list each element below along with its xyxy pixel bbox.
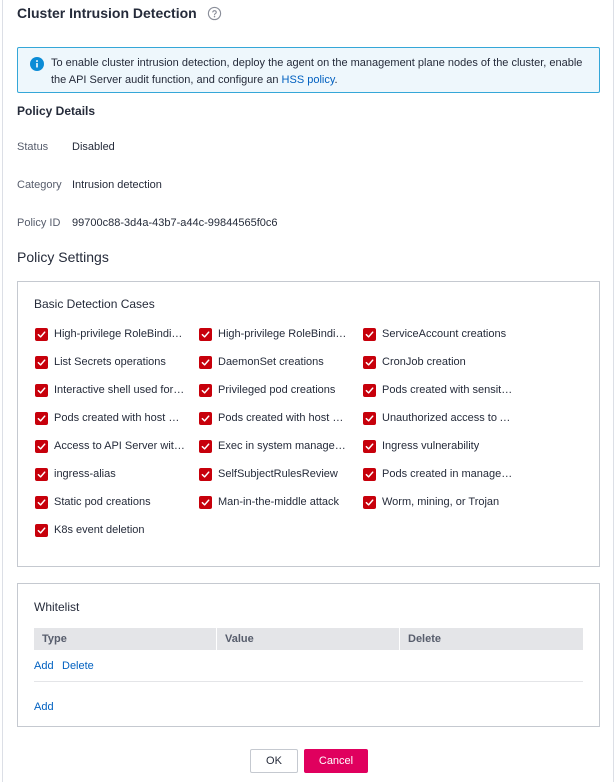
- category-value: Intrusion detection: [72, 179, 162, 191]
- checkbox-checked-icon[interactable]: [363, 411, 376, 425]
- whitelist-table-header: Type Value Delete: [34, 628, 583, 650]
- detection-case-item[interactable]: Exec in system manageme...: [199, 438, 349, 454]
- detection-cases-card: Basic Detection Cases High-privilege Rol…: [17, 281, 600, 567]
- detection-case-item[interactable]: Interactive shell used for ex...: [35, 382, 185, 398]
- detection-case-item[interactable]: ServiceAccount creations: [363, 326, 513, 342]
- policy-id-value: 99700c88-3d4a-43b7-a44c-99844565f0c6: [72, 217, 278, 229]
- detection-case-label: Man-in-the-middle attack: [218, 496, 340, 508]
- detection-case-label: Unauthorized access to API...: [382, 412, 513, 424]
- cases-title: Basic Detection Cases: [34, 297, 155, 311]
- detection-case-label: Access to API Server with c...: [54, 440, 185, 452]
- detection-case-item[interactable]: Man-in-the-middle attack: [199, 494, 349, 510]
- status-value: Disabled: [72, 141, 115, 153]
- checkbox-checked-icon[interactable]: [35, 383, 48, 397]
- detection-case-label: Worm, mining, or Trojan: [382, 496, 500, 508]
- column-value: Value: [217, 628, 400, 650]
- checkbox-checked-icon[interactable]: [199, 355, 212, 369]
- page-title: Cluster Intrusion Detection: [17, 5, 197, 21]
- checkbox-checked-icon[interactable]: [35, 355, 48, 369]
- detection-case-label: ServiceAccount creations: [382, 328, 507, 340]
- detection-case-item[interactable]: High-privilege RoleBinding ...: [199, 326, 349, 342]
- checkbox-checked-icon[interactable]: [363, 495, 376, 509]
- detection-case-label: High-privilege RoleBinding ...: [218, 328, 349, 340]
- checkbox-checked-icon[interactable]: [35, 523, 48, 537]
- detection-case-item[interactable]: Pods created in manageme...: [363, 466, 513, 482]
- whitelist-add-link[interactable]: Add: [34, 701, 54, 713]
- category-label: Category: [17, 179, 62, 191]
- checkbox-checked-icon[interactable]: [35, 411, 48, 425]
- dialog-header: Cluster Intrusion Detection: [17, 4, 222, 22]
- checkbox-checked-icon[interactable]: [363, 355, 376, 369]
- checkbox-checked-icon[interactable]: [199, 467, 212, 481]
- checkbox-checked-icon[interactable]: [199, 439, 212, 453]
- detection-case-item[interactable]: Static pod creations: [35, 494, 185, 510]
- column-type: Type: [34, 628, 217, 650]
- detection-case-item[interactable]: Pods created with host net...: [35, 410, 185, 426]
- detection-case-item[interactable]: Access to API Server with c...: [35, 438, 185, 454]
- policy-settings-title: Policy Settings: [17, 249, 109, 265]
- detection-case-item[interactable]: Privileged pod creations: [199, 382, 349, 398]
- detection-case-item[interactable]: SelfSubjectRulesReview: [199, 466, 349, 482]
- checkbox-checked-icon[interactable]: [363, 327, 376, 341]
- checkbox-checked-icon[interactable]: [35, 439, 48, 453]
- checkbox-checked-icon[interactable]: [35, 495, 48, 509]
- detection-case-item[interactable]: DaemonSet creations: [199, 354, 349, 370]
- detection-case-label: Exec in system manageme...: [218, 440, 349, 452]
- detection-case-label: Ingress vulnerability: [382, 440, 480, 452]
- checkbox-checked-icon[interactable]: [199, 411, 212, 425]
- checkbox-checked-icon[interactable]: [363, 439, 376, 453]
- question-circle-icon[interactable]: [207, 6, 222, 21]
- detection-case-item[interactable]: Ingress vulnerability: [363, 438, 513, 454]
- column-delete: Delete: [408, 633, 442, 645]
- detection-case-label: ingress-alias: [54, 468, 116, 480]
- detection-case-label: Pods created with host PID...: [218, 412, 349, 424]
- detection-case-item[interactable]: List Secrets operations: [35, 354, 185, 370]
- ok-button[interactable]: OK: [250, 749, 298, 773]
- checkbox-checked-icon[interactable]: [363, 467, 376, 481]
- detection-case-label: Interactive shell used for ex...: [54, 384, 185, 396]
- detection-case-item[interactable]: Unauthorized access to API...: [363, 410, 513, 426]
- checkbox-checked-icon[interactable]: [35, 327, 48, 341]
- detection-case-label: List Secrets operations: [54, 356, 166, 368]
- status-label: Status: [17, 141, 49, 153]
- detection-case-label: CronJob creation: [382, 356, 466, 368]
- checkbox-checked-icon[interactable]: [199, 327, 212, 341]
- row-add-link[interactable]: Add: [34, 660, 54, 672]
- detection-case-item[interactable]: ingress-alias: [35, 466, 185, 482]
- whitelist-title: Whitelist: [34, 600, 80, 614]
- detection-case-label: High-privilege RoleBinding ...: [54, 328, 185, 340]
- detection-case-label: Pods created in manageme...: [382, 468, 513, 480]
- detection-case-item[interactable]: CronJob creation: [363, 354, 513, 370]
- detection-case-label: SelfSubjectRulesReview: [218, 468, 338, 480]
- detection-case-label: Privileged pod creations: [218, 384, 336, 396]
- detection-case-item[interactable]: K8s event deletion: [35, 522, 185, 538]
- checkbox-checked-icon[interactable]: [35, 467, 48, 481]
- policy-details-title: Policy Details: [17, 104, 96, 118]
- detection-case-label: Static pod creations: [54, 496, 151, 508]
- info-trailing: .: [334, 74, 338, 86]
- detection-case-label: K8s event deletion: [54, 524, 145, 536]
- detection-case-item[interactable]: Worm, mining, or Trojan: [363, 494, 513, 510]
- cancel-button[interactable]: Cancel: [304, 749, 368, 773]
- checkbox-checked-icon[interactable]: [363, 383, 376, 397]
- checkbox-checked-icon[interactable]: [199, 495, 212, 509]
- policy-id-label: Policy ID: [17, 217, 61, 229]
- hss-policy-link[interactable]: HSS policy: [282, 74, 335, 86]
- row-delete-link[interactable]: Delete: [62, 660, 94, 672]
- info-circle-icon: [30, 57, 44, 71]
- detection-case-label: Pods created with host net...: [54, 412, 185, 424]
- detection-case-item[interactable]: Pods created with host PID...: [199, 410, 349, 426]
- whitelist-divider: [34, 681, 583, 682]
- detection-case-label: Pods created with sensitive...: [382, 384, 513, 396]
- info-banner: To enable cluster intrusion detection, d…: [17, 47, 600, 93]
- detection-case-label: DaemonSet creations: [218, 356, 324, 368]
- whitelist-card: Whitelist Type Value Delete Add Delete A…: [17, 583, 600, 727]
- detection-case-item[interactable]: Pods created with sensitive...: [363, 382, 513, 398]
- detection-case-item[interactable]: High-privilege RoleBinding ...: [35, 326, 185, 342]
- checkbox-checked-icon[interactable]: [199, 383, 212, 397]
- info-text: To enable cluster intrusion detection, d…: [51, 55, 591, 89]
